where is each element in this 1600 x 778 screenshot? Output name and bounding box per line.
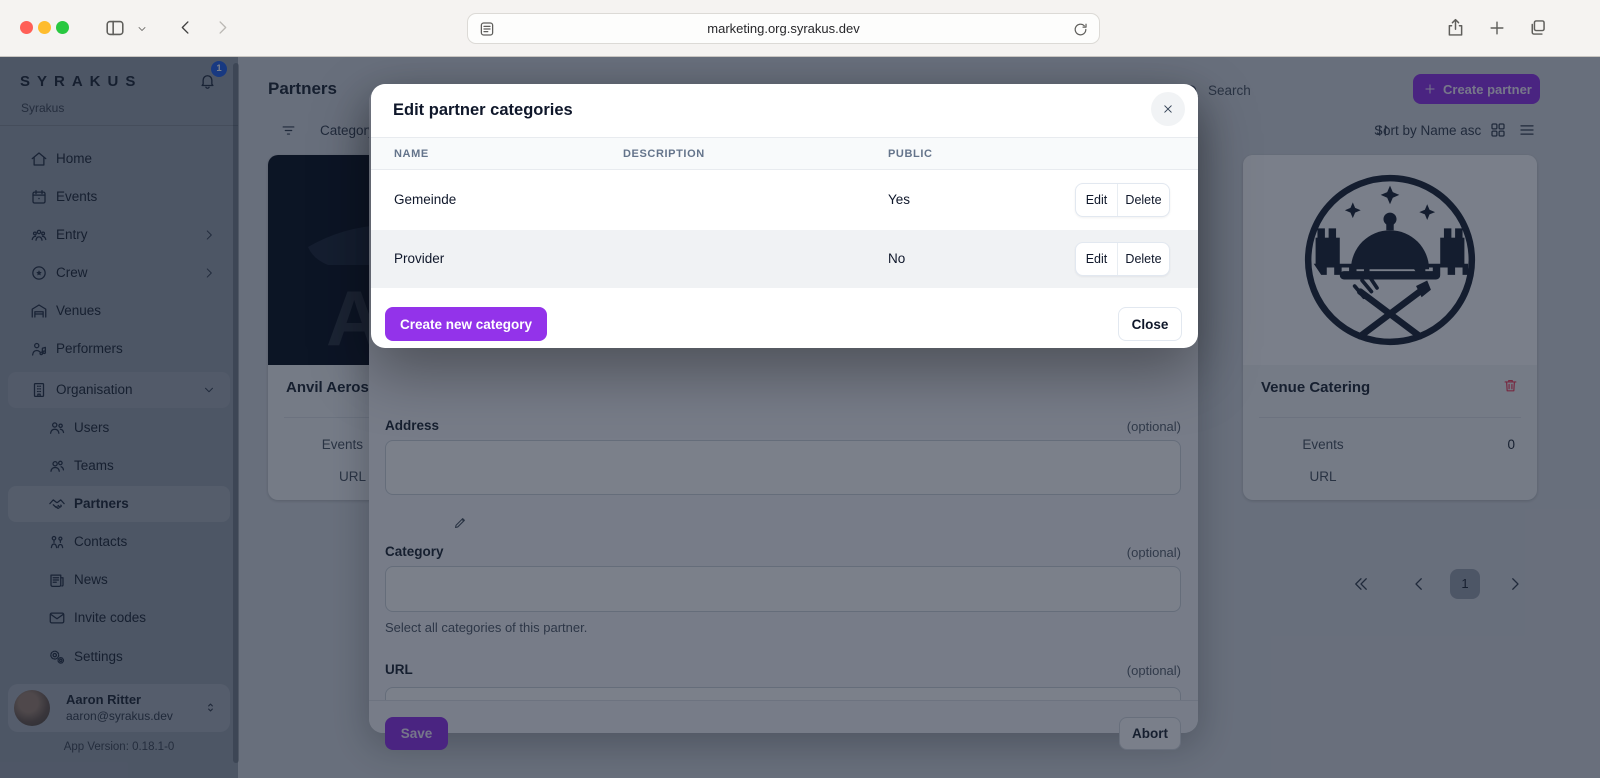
back-icon[interactable] — [176, 18, 195, 37]
category-name: Gemeinde — [394, 192, 456, 207]
sidebar-toggle-icon[interactable] — [104, 17, 126, 39]
edit-partner-categories-modal: Edit partner categories NAME DESCRIPTION… — [371, 84, 1198, 348]
modal-close-button[interactable] — [1151, 92, 1185, 126]
column-description: DESCRIPTION — [623, 148, 705, 160]
share-icon[interactable] — [1445, 17, 1466, 38]
edit-button[interactable]: Edit — [1076, 243, 1118, 275]
row-actions: Edit Delete — [1075, 183, 1170, 217]
row-actions: Edit Delete — [1075, 242, 1170, 276]
category-name: Provider — [394, 251, 444, 266]
close-icon — [1161, 102, 1175, 116]
tab-overview-icon[interactable] — [1527, 17, 1548, 38]
url-text[interactable]: marketing.org.syrakus.dev — [468, 14, 1099, 43]
minimize-window-button[interactable] — [38, 21, 51, 34]
delete-button[interactable]: Delete — [1118, 184, 1169, 216]
close-window-button[interactable] — [20, 21, 33, 34]
app-viewport: SYRAKUS 1 Syrakus Home Events Entry Crew… — [0, 57, 1600, 778]
edit-button[interactable]: Edit — [1076, 184, 1118, 216]
table-header: NAME DESCRIPTION PUBLIC — [371, 137, 1198, 170]
forward-icon[interactable] — [213, 18, 232, 37]
modal-title: Edit partner categories — [393, 101, 573, 120]
modal-close-footer-button[interactable]: Close — [1118, 307, 1182, 341]
table-row: Gemeinde Yes Edit Delete — [371, 170, 1198, 230]
column-name: NAME — [394, 148, 429, 160]
toolbar-chevron-down-icon[interactable] — [136, 23, 148, 35]
delete-button[interactable]: Delete — [1118, 243, 1169, 275]
reload-icon[interactable] — [1072, 21, 1089, 38]
category-public: Yes — [888, 192, 910, 207]
column-public: PUBLIC — [888, 148, 933, 160]
reader-icon[interactable] — [478, 20, 496, 38]
table-row: Provider No Edit Delete — [371, 230, 1198, 288]
category-public: No — [888, 251, 905, 266]
create-new-category-button[interactable]: Create new category — [385, 307, 547, 341]
browser-chrome: marketing.org.syrakus.dev — [0, 0, 1600, 57]
new-tab-icon[interactable] — [1487, 18, 1507, 38]
zoom-window-button[interactable] — [56, 21, 69, 34]
address-bar[interactable]: marketing.org.syrakus.dev — [467, 13, 1100, 44]
